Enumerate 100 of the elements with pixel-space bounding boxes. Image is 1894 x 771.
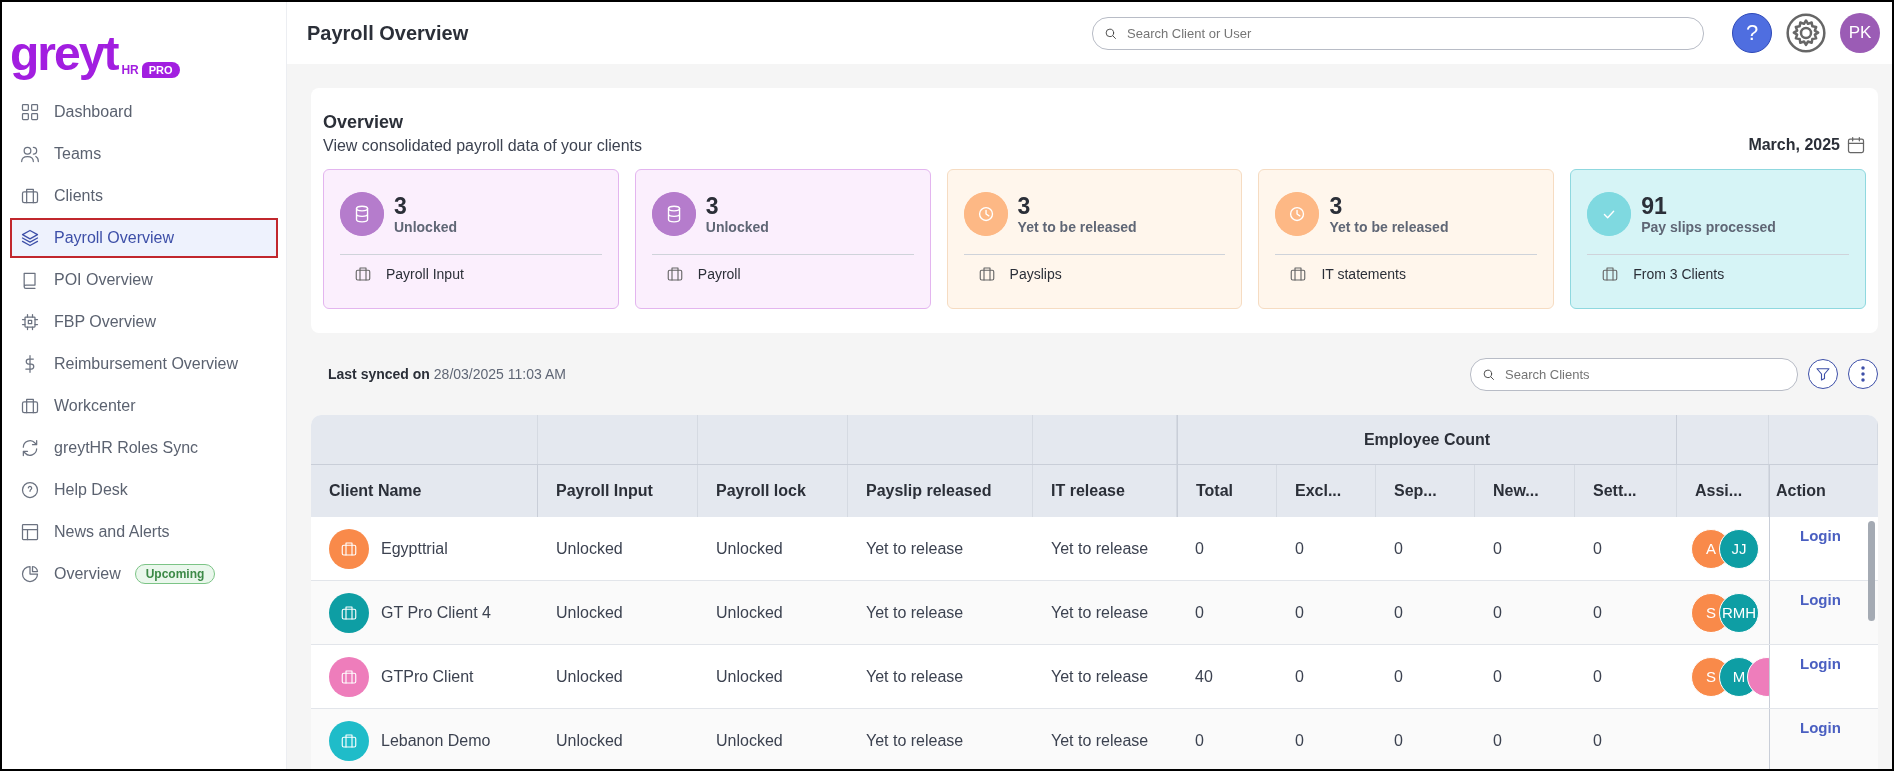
calendar-icon[interactable] [1846,135,1866,155]
table-cell-text: 0 [1492,538,1503,559]
section-subtitle: View consolidated payroll data of your clients [323,137,642,155]
page-title: Payroll Overview [307,21,470,45]
column-header[interactable]: Client Name [311,465,538,517]
login-link[interactable]: Login [1800,527,1841,544]
client-name: Egypttrial [381,539,448,558]
month-label: March, 2025 [1748,136,1840,154]
stat-status: Yet to be released [1329,219,1449,235]
stat-value: 3 [705,193,720,219]
stat-label: Payroll Input [386,266,464,282]
column-header[interactable]: Sett... [1575,465,1677,517]
sidebar-item[interactable]: Clients [10,176,278,216]
stat-label: Payslips [1009,266,1062,282]
table-cell-text: 0 [1294,538,1305,559]
login-link[interactable]: Login [1800,719,1841,736]
people-icon [20,144,40,164]
table-cell-text: 0 [1194,602,1205,623]
sidebar-item[interactable]: POI Overview [10,260,278,300]
briefcase-icon [340,667,358,686]
search-field[interactable]: Search Client or User [1092,16,1704,50]
table-cell-text: 0 [1393,602,1404,623]
column-header[interactable]: Action [1769,465,1878,517]
login-link[interactable]: Login [1800,591,1841,608]
briefcase-icon [1601,265,1620,283]
table-cell-text: 0 [1194,538,1205,559]
client-name: GT Pro Client 4 [381,603,491,622]
database-icon [340,192,384,236]
clock-icon [963,192,1008,236]
briefcase-icon [977,265,996,283]
table-cell-text: Yet to release [865,602,965,623]
scrollbar[interactable] [1868,521,1875,621]
stat-status: Unlocked [705,219,769,235]
briefcase-icon [20,396,40,416]
briefcase-icon [354,265,372,283]
help-button[interactable]: ? [1732,13,1772,53]
table-cell-text: 0 [1492,666,1503,687]
stat-value: 91 [1641,193,1668,219]
table-cell-text: Unlocked [715,666,784,687]
column-header[interactable]: Total [1177,465,1277,517]
table-cell-text: Yet to release [1050,730,1150,751]
more-button[interactable] [1848,359,1878,389]
sidebar-item[interactable]: FBP Overview [10,302,278,342]
sidebar-item[interactable]: Workcenter [10,386,278,426]
table-cell-text: 0 [1294,666,1305,687]
table-cell-text: Yet to release [1050,538,1150,559]
column-header[interactable]: Assi... [1677,465,1769,517]
table-cell-text: 0 [1393,666,1404,687]
settings-icon[interactable] [1786,13,1826,53]
briefcase-icon [340,731,358,750]
table-cell-text: 0 [1194,730,1205,751]
column-header[interactable]: Payroll lock [698,465,848,517]
stat-status: Yet to be released [1017,219,1137,235]
sidebar-item[interactable]: Payroll Overview [10,218,278,258]
table-cell-text: Unlocked [555,538,624,559]
column-header[interactable]: Payslip released [848,465,1033,517]
logo-wordmark: greyt [10,30,118,78]
column-header[interactable]: Excl... [1277,465,1376,517]
logo-badge: PRO [141,62,180,78]
client-name: Lebanon Demo [381,731,491,750]
user-avatar[interactable]: PK [1840,13,1880,53]
table-cell-text: Yet to release [865,666,965,687]
sidebar-item[interactable]: greytHR Roles Sync [10,428,278,468]
table-cell-text: Yet to release [1050,602,1150,623]
column-header[interactable]: Sep... [1376,465,1475,517]
column-group-header: Employee Count [1177,415,1677,464]
table-cell-text: 0 [1592,538,1603,559]
table-cell-text: Yet to release [1050,666,1150,687]
login-link[interactable]: Login [1800,655,1841,672]
upcoming-badge: Upcoming [134,564,216,584]
sidebar-item[interactable]: Reimbursement Overview [10,344,278,384]
column-header[interactable]: Payroll Input [538,465,698,517]
assignee-avatar: JJ [1719,528,1759,569]
sidebar-item[interactable]: Overview Upcoming [10,554,278,594]
table-cell-text: 0 [1592,666,1603,687]
search-field[interactable]: Search Clients [1470,357,1798,391]
briefcase-icon [665,265,684,283]
column-header[interactable]: IT release [1033,465,1177,517]
section-title: Overview [323,112,405,133]
sidebar-item[interactable]: Teams [10,134,278,174]
stat-value: 3 [1329,193,1344,219]
filter-button[interactable] [1808,359,1838,389]
filter-icon [1814,365,1832,383]
column-header[interactable]: New... [1475,465,1575,517]
sync-icon [20,438,40,458]
table-cell-text: 40 [1194,666,1214,687]
sidebar-item[interactable]: Dashboard [10,92,278,132]
table-cell-text: Unlocked [715,730,784,751]
sidebar-item[interactable]: Help Desk [10,470,278,510]
table-cell-text: 0 [1294,730,1305,751]
database-icon [651,192,696,236]
table-cell-text: Unlocked [555,666,624,687]
table-cell-text: 0 [1393,730,1404,751]
more-icon [1861,366,1865,382]
table-cell-text: Unlocked [715,602,784,623]
table-cell-text: Yet to release [865,730,965,751]
briefcase-icon [1289,265,1308,283]
table-cell-text: 0 [1492,602,1503,623]
sidebar-item[interactable]: News and Alerts [10,512,278,552]
stat-value: 3 [394,193,408,219]
